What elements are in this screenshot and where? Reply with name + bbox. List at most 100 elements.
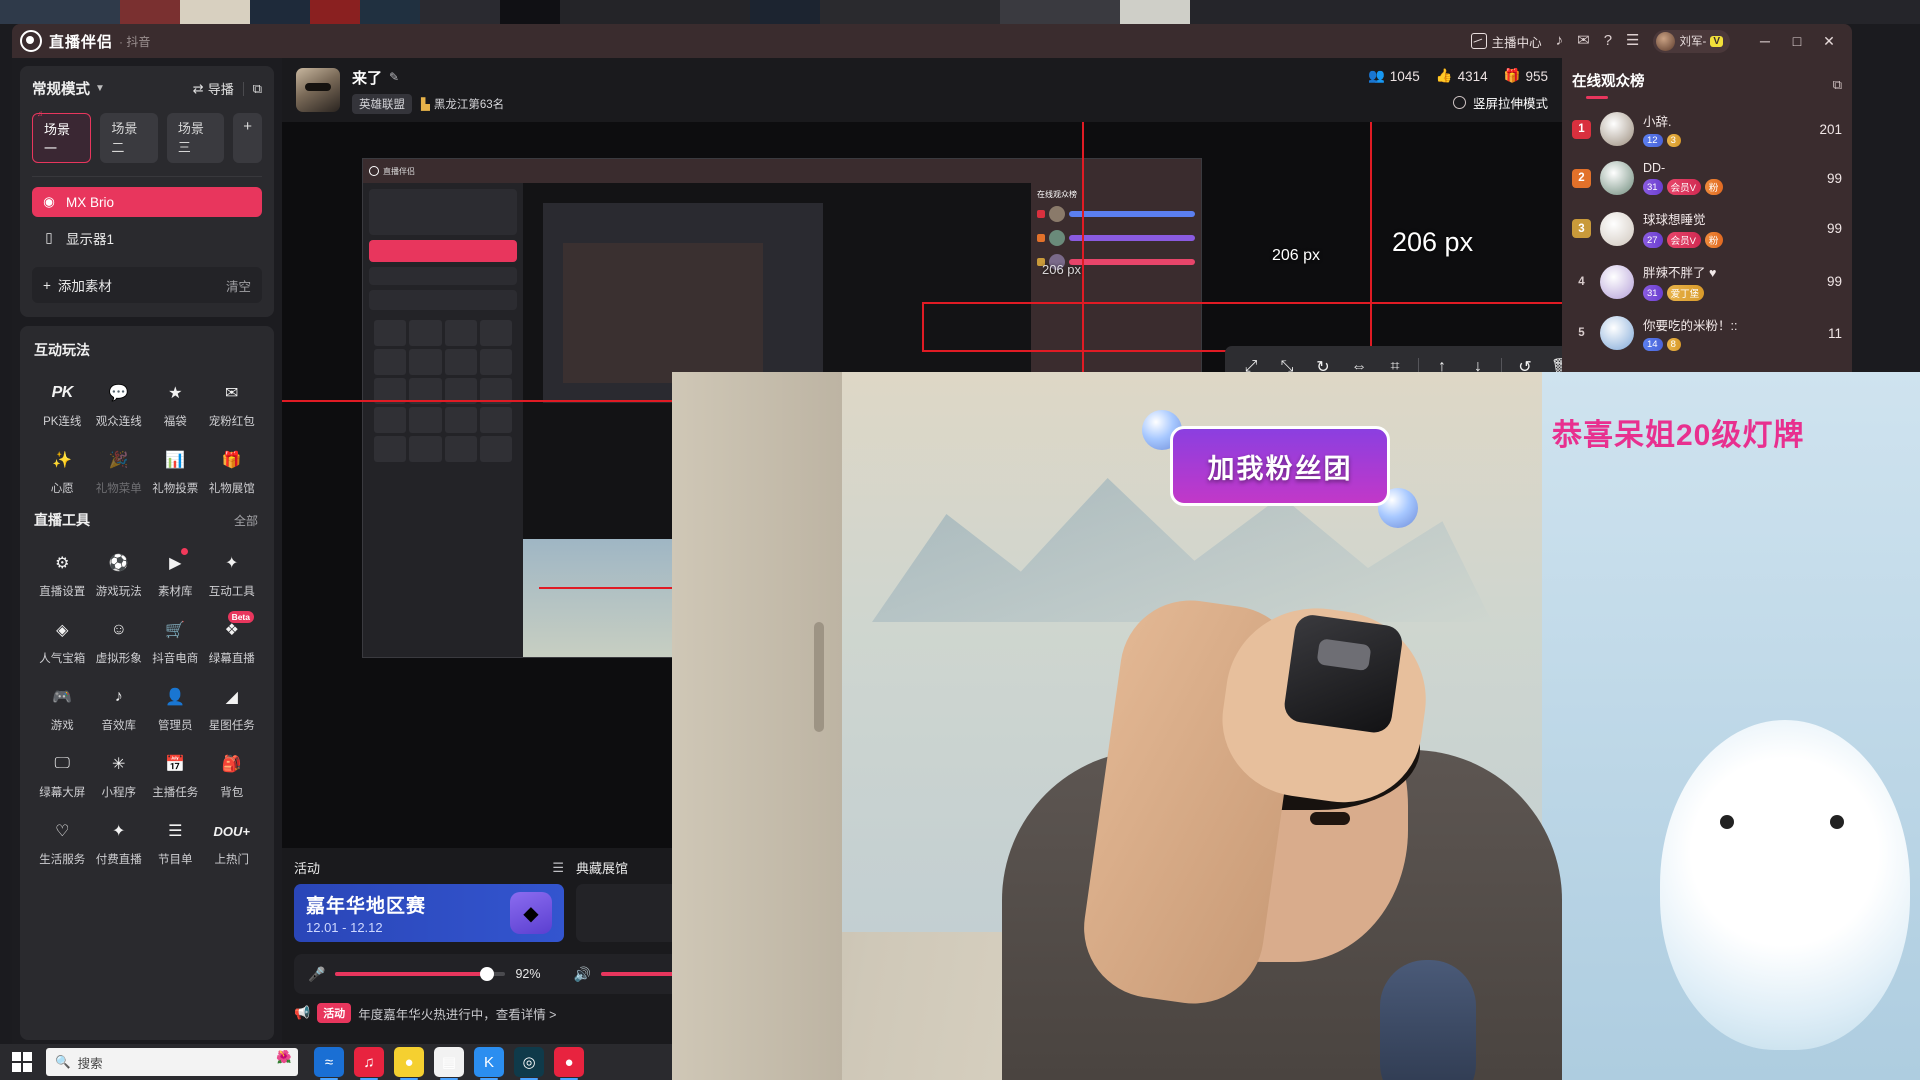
user-chip[interactable]: 刘军- V <box>1653 29 1730 53</box>
kugou-app[interactable]: K <box>474 1047 504 1080</box>
add-source-button[interactable]: + 添加素材 <box>43 275 112 295</box>
tool-tile-2[interactable]: ⚽ 游戏玩法 <box>91 542 148 605</box>
add-scene-button[interactable]: + <box>233 113 262 163</box>
taskbar-search[interactable]: 🔍 搜索 🌺 <box>46 1048 298 1076</box>
scene-tabs: ♫ 场景一 场景二 场景三 + <box>32 109 262 163</box>
vertical-mode-toggle[interactable]: 竖屏拉伸模式 <box>1452 93 1548 112</box>
tool-tile-label: 主播任务 <box>152 787 199 799</box>
popout-icon[interactable]: ⧉ <box>1833 77 1842 93</box>
monitor-icon: ▯ <box>45 230 53 245</box>
bar-chart-icon: ▙ <box>421 98 430 111</box>
feedback-icon[interactable]: ✉ <box>1577 33 1590 49</box>
tool-tile-18[interactable]: ✦ 付费直播 <box>91 810 148 873</box>
source-item-monitor[interactable]: ▯ 显示器1 <box>32 221 262 255</box>
interactive-tile-4[interactable]: ✉ 宠粉红包 <box>204 372 261 435</box>
tool-tile-8[interactable]: ❖ 绿幕直播 Beta <box>204 609 261 672</box>
obs-app[interactable]: ● <box>554 1047 584 1080</box>
tool-tile-14[interactable]: ✳ 小程序 <box>91 743 148 806</box>
tool-tile-11[interactable]: 👤 管理员 <box>147 676 204 739</box>
interactive-tile-7[interactable]: 📊 礼物投票 <box>147 439 204 502</box>
tool-tile-20[interactable]: DOU+ 上热门 <box>204 810 261 873</box>
selection-rectangle[interactable] <box>922 302 1562 352</box>
interactive-tile-6[interactable]: 🎉 礼物菜单 <box>91 439 148 502</box>
viewer-rank-row[interactable]: 3 球球想睡觉 27 会员V 粉 99 <box>1572 209 1842 248</box>
scene-tab-3[interactable]: 场景三 <box>166 113 225 163</box>
microphone-icon[interactable]: 🎤 <box>308 966 325 983</box>
tool-tile-13[interactable]: 🖵 绿幕大屏 <box>34 743 91 806</box>
interactive-tile-label: 礼物展馆 <box>208 483 255 495</box>
browser-app[interactable]: ≈ <box>314 1047 344 1080</box>
activity-menu-icon[interactable]: ☰ <box>552 860 564 876</box>
minimize-button[interactable]: ─ <box>1750 27 1780 55</box>
tool-tile-label: 小程序 <box>101 787 137 799</box>
music-app[interactable]: ♫ <box>354 1047 384 1080</box>
headset-icon[interactable]: ♪ <box>1556 33 1564 49</box>
tool-tile-label: 上热门 <box>214 854 250 866</box>
badge: 会员V <box>1666 179 1701 195</box>
interactive-tile-1[interactable]: PK PK连线 <box>34 372 91 435</box>
activity-title: 活动 <box>294 861 321 876</box>
tool-tile-16[interactable]: 🎒 背包 <box>204 743 261 806</box>
rank-badge[interactable]: ▙ 黑龙江第63名 <box>421 96 504 112</box>
interactive-section-title: 互动玩法 <box>34 342 90 358</box>
rank-label: 黑龙江第63名 <box>433 98 505 111</box>
tool-tile-4[interactable]: ✦ 互动工具 <box>204 542 261 605</box>
tool-tile-15[interactable]: 📅 主播任务 <box>147 743 204 806</box>
maximize-button[interactable]: □ <box>1782 27 1812 55</box>
interactive-tile-8[interactable]: 🎁 礼物展馆 <box>204 439 261 502</box>
people-icon: 👥 <box>1367 68 1385 83</box>
life-service-icon: ♡ <box>55 823 70 840</box>
director-button[interactable]: ⇄ 导播 <box>193 79 234 98</box>
antivirus-app[interactable]: ◎ <box>514 1047 544 1080</box>
tool-tile-label: 节目单 <box>158 854 193 866</box>
scene-tab-2[interactable]: 场景二 <box>100 113 158 163</box>
menu-icon[interactable]: ☰ <box>1626 33 1639 49</box>
interactive-tile-2[interactable]: 💬 观众连线 <box>91 372 148 435</box>
close-button[interactable]: ✕ <box>1814 27 1844 55</box>
viewer-count: 99 <box>1826 221 1842 236</box>
tool-tile-1[interactable]: ⚙ 直播设置 <box>34 542 91 605</box>
viewer-rank-row[interactable]: 4 胖辣不胖了 ♥ 31 爱丁堡 99 <box>1572 262 1842 301</box>
interactive-tile-5[interactable]: ✨ 心愿 <box>34 439 91 502</box>
interactive-tile-3[interactable]: ★ 福袋 <box>147 372 204 435</box>
stream-info-bar: 来了 ✎ 英雄联盟 ▙ 黑龙江第63名 👥 1045 👍 4314 🎁 955 … <box>282 58 1562 122</box>
edit-icon[interactable]: ✎ <box>389 70 399 84</box>
tool-tile-label: 游戏 <box>50 720 74 732</box>
tool-tile-5[interactable]: ◈ 人气宝箱 <box>34 609 91 672</box>
activity-banner[interactable]: 嘉年华地区赛 12.01 - 12.12 ◆ <box>294 884 564 942</box>
viewer-rank-row[interactable]: 1 小辞. 12 3 201 <box>1572 111 1842 147</box>
background-windows-strip <box>0 0 1920 24</box>
viewer-badges: 14 8 <box>1643 338 1819 351</box>
tool-tile-label: 星图任务 <box>208 720 255 732</box>
tool-tile-9[interactable]: 🎮 游戏 <box>34 676 91 739</box>
tool-tile-10[interactable]: ♪ 音效库 <box>91 676 148 739</box>
clear-sources-button[interactable]: 清空 <box>226 276 251 295</box>
tools-view-all-button[interactable]: 全部 <box>234 512 258 529</box>
tool-tile-3[interactable]: ▶ 素材库 <box>147 542 204 605</box>
anchor-center-button[interactable]: 主播中心 <box>1470 32 1542 51</box>
activity-card: 活动 ☰ 嘉年华地区赛 12.01 - 12.12 ◆ <box>294 858 564 942</box>
tool-tile-12[interactable]: ◢ 星图任务 <box>204 676 261 739</box>
source-item-camera[interactable]: ◉ MX Brio <box>32 187 262 217</box>
viewer-rank-list: 1 小辞. 12 3 201 2 DD- 31 会员V 粉 99 3 球球想睡觉 27 会员V 粉 99 4 胖辣不… <box>1572 111 1842 351</box>
rank-number: 4 <box>1578 275 1585 288</box>
viewer-rank-row[interactable]: 2 DD- 31 会员V 粉 99 <box>1572 161 1842 195</box>
badge: 会员V <box>1666 232 1701 248</box>
tool-tile-6[interactable]: ☺ 虚拟形象 <box>91 609 148 672</box>
viewer-rank-row[interactable]: 5 你要吃的米粉！:: 14 8 11 <box>1572 315 1842 351</box>
windows-start-icon[interactable] <box>12 1052 32 1072</box>
files-app[interactable]: ▤ <box>434 1047 464 1080</box>
mode-selector[interactable]: 常规模式 ▼ <box>32 78 105 99</box>
tool-tile-7[interactable]: 🛒 抖音电商 <box>147 609 204 672</box>
microphone-slider[interactable] <box>335 967 506 981</box>
scene-tab-1[interactable]: ♫ 场景一 <box>32 109 92 163</box>
add-source-bar: + 添加素材 清空 <box>32 267 262 303</box>
tool-tile-label: 游戏玩法 <box>95 586 142 598</box>
qq-app[interactable]: ● <box>394 1047 424 1080</box>
speaker-icon[interactable]: 🔊 <box>573 966 590 983</box>
popout-scene-icon[interactable]: ⧉ <box>253 81 262 97</box>
help-icon[interactable]: ? <box>1604 33 1612 49</box>
tool-tile-19[interactable]: ☰ 节目单 <box>147 810 204 873</box>
tool-tile-17[interactable]: ♡ 生活服务 <box>34 810 91 873</box>
camera-preview-overlay: 恭喜呆姐20级灯牌 加我粉丝团 <box>672 372 1920 1080</box>
